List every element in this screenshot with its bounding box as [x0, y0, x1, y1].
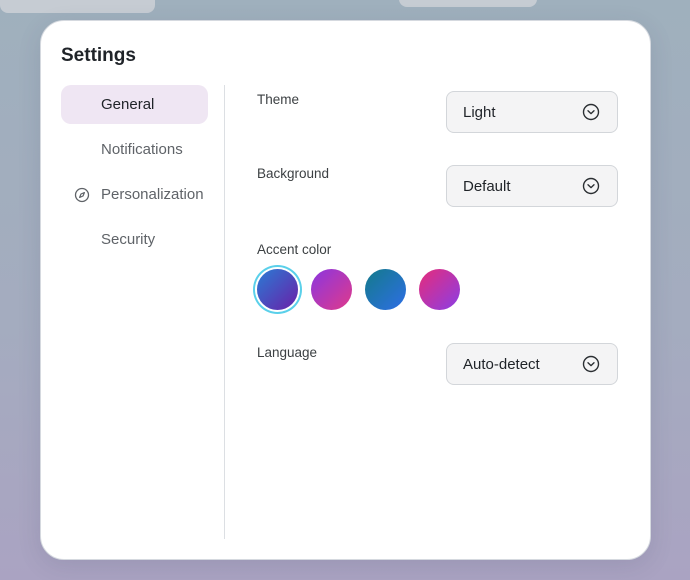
sidebar-item-notifications[interactable]: Notifications — [61, 130, 208, 169]
accent-color-swatches — [257, 267, 477, 317]
accent-swatch-violet-pink[interactable] — [311, 269, 352, 310]
language-select[interactable]: Auto-detect — [446, 343, 618, 385]
background-select-value: Default — [463, 177, 511, 195]
language-select-value: Auto-detect — [463, 355, 540, 373]
chevron-down-icon — [582, 177, 600, 195]
background-label: Background — [257, 166, 330, 181]
accent-swatch-blue-violet[interactable] — [257, 269, 298, 310]
theme-select-value: Light — [463, 103, 496, 121]
sidebar-item-security[interactable]: Security — [61, 220, 208, 259]
compass-icon — [74, 187, 90, 203]
sidebar-item-general[interactable]: General — [61, 85, 208, 124]
chevron-down-icon — [582, 103, 600, 121]
background-select[interactable]: Default — [446, 165, 618, 207]
sidebar-item-personalization[interactable]: Personalization — [61, 175, 208, 214]
accent-swatch-pink-purple[interactable] — [419, 269, 460, 310]
settings-sidebar: General Notifications Personalization Se… — [61, 85, 209, 265]
background-window-tab — [0, 0, 155, 13]
accent-swatch-teal-blue[interactable] — [365, 269, 406, 310]
theme-select[interactable]: Light — [446, 91, 618, 133]
language-label: Language — [257, 345, 318, 360]
sidebar-item-label: General — [101, 96, 155, 113]
settings-dialog: Settings General Notifications Personali… — [40, 20, 651, 560]
sidebar-divider — [224, 85, 225, 539]
sidebar-item-label: Security — [101, 231, 156, 248]
dialog-title: Settings — [61, 45, 136, 66]
theme-label: Theme — [257, 92, 300, 107]
sidebar-item-label: Personalization — [101, 186, 204, 203]
chevron-down-icon — [582, 355, 600, 373]
background-window-tab — [399, 0, 537, 7]
sidebar-item-label: Notifications — [101, 141, 183, 158]
accent-color-label: Accent color — [257, 242, 332, 257]
